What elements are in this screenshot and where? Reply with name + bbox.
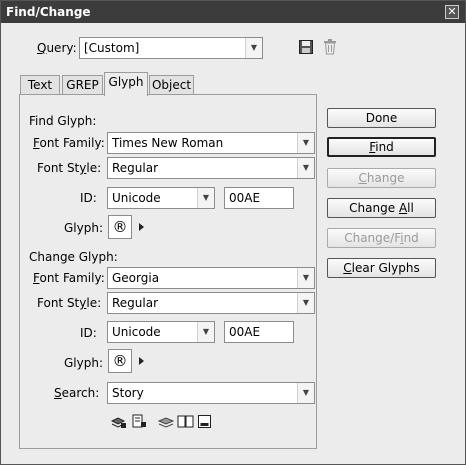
change-font-style-select[interactable]: Regular ▼: [107, 292, 315, 314]
tab-text[interactable]: Text: [20, 75, 60, 95]
find-font-family-label: Font Family:: [33, 136, 105, 150]
search-scope-select[interactable]: Story ▼: [107, 382, 315, 404]
change-button[interactable]: Change: [327, 168, 436, 188]
chevron-down-icon: ▼: [297, 268, 314, 288]
clear-glyphs-button[interactable]: Clear Glyphs: [327, 258, 436, 278]
find-glyph-menu-arrow-icon[interactable]: [139, 223, 144, 231]
tab-glyph[interactable]: Glyph: [104, 72, 148, 96]
delete-query-icon[interactable]: [323, 39, 337, 55]
change-glyph-preview[interactable]: ®: [108, 349, 132, 373]
include-hidden-layers-icon[interactable]: [158, 415, 174, 429]
find-id-field[interactable]: 00AE: [224, 187, 294, 209]
change-id-type-select[interactable]: Unicode ▼: [107, 321, 215, 343]
change-find-button[interactable]: Change/Find: [327, 228, 436, 248]
close-icon: ✕: [447, 5, 457, 18]
search-label: Search:: [54, 386, 100, 400]
find-change-dialog: Find/Change ✕ Query: [Custom] ▼ Text GRE…: [0, 0, 466, 465]
change-all-button[interactable]: Change All: [327, 198, 436, 218]
include-master-pages-icon[interactable]: [177, 414, 194, 429]
find-font-style-select[interactable]: Regular ▼: [107, 157, 315, 179]
chevron-down-icon: ▼: [197, 322, 214, 342]
chevron-down-icon: ▼: [297, 293, 314, 313]
find-id-label: ID:: [80, 191, 97, 205]
tab-object[interactable]: Object: [149, 75, 194, 95]
done-button[interactable]: Done: [327, 108, 436, 128]
change-glyph-menu-arrow-icon[interactable]: [139, 357, 144, 365]
include-locked-stories-icon[interactable]: [131, 414, 147, 429]
change-id-label: ID:: [80, 326, 97, 340]
chevron-down-icon: ▼: [297, 133, 314, 153]
query-label: Query:: [37, 41, 77, 55]
find-font-style-label: Font Style:: [37, 161, 102, 175]
find-glyph-preview[interactable]: ®: [108, 215, 132, 239]
chevron-down-icon: ▼: [297, 383, 314, 403]
find-font-family-select[interactable]: Times New Roman ▼: [107, 132, 315, 154]
chevron-down-icon: ▼: [197, 188, 214, 208]
change-glyph-heading: Change Glyph:: [29, 250, 118, 264]
change-font-family-select[interactable]: Georgia ▼: [107, 267, 315, 289]
find-glyph-heading: Find Glyph:: [29, 114, 97, 128]
close-button[interactable]: ✕: [445, 5, 459, 19]
chevron-down-icon: ▼: [245, 38, 262, 58]
find-id-type-select[interactable]: Unicode ▼: [107, 187, 215, 209]
change-font-family-label: Font Family:: [33, 271, 105, 285]
window-title: Find/Change: [6, 5, 91, 19]
query-value: [Custom]: [84, 41, 140, 55]
find-button[interactable]: Find: [327, 137, 436, 157]
save-query-icon[interactable]: [299, 40, 313, 54]
change-id-field[interactable]: 00AE: [224, 321, 294, 343]
change-glyph-label: Glyph:: [64, 356, 103, 370]
find-glyph-label: Glyph:: [64, 221, 103, 235]
include-locked-layers-icon[interactable]: [111, 415, 127, 429]
change-font-style-label: Font Style:: [37, 296, 102, 310]
title-bar: Find/Change ✕: [1, 1, 465, 23]
tab-grep[interactable]: GREP: [62, 75, 103, 95]
include-footnotes-icon[interactable]: [197, 414, 213, 429]
chevron-down-icon: ▼: [297, 158, 314, 178]
query-select[interactable]: [Custom] ▼: [79, 37, 263, 59]
